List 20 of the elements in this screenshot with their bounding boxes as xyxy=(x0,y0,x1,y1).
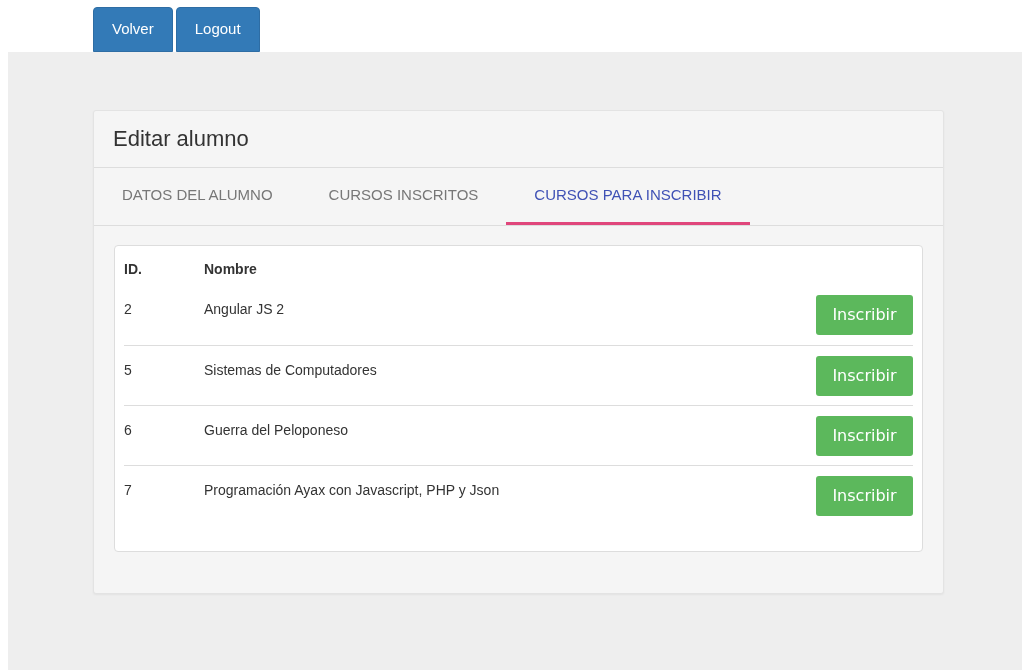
table-cell-text: 7 xyxy=(124,481,133,500)
tab[interactable]: CURSOS PARA INSCRIBIR xyxy=(506,168,750,225)
table-cell-text: 6 xyxy=(124,421,133,440)
logout-button[interactable]: Logout xyxy=(175,7,260,52)
table-cell-text: 5 xyxy=(124,361,133,380)
enroll-button[interactable]: Inscribir xyxy=(816,416,913,456)
column-header: ID. xyxy=(124,260,143,279)
tab[interactable]: DATOS DEL ALUMNO xyxy=(94,168,301,225)
table-cell-text: 2 xyxy=(124,300,133,319)
enroll-button[interactable]: Inscribir xyxy=(816,476,913,516)
enroll-button[interactable]: Inscribir xyxy=(816,356,913,396)
enroll-button[interactable]: Inscribir xyxy=(816,295,913,335)
table-cell: Programación Ayax con Javascript, PHP y Json xyxy=(204,482,500,498)
tab[interactable]: CURSOS INSCRITOS xyxy=(300,168,507,225)
column-header: Nombre xyxy=(204,260,258,279)
table-cell: Guerra del Peloponeso xyxy=(204,422,348,438)
table-cell: Sistemas de Computadores xyxy=(204,362,377,378)
back-button[interactable]: Volver xyxy=(93,7,173,52)
table-cell: Angular JS 2 xyxy=(204,301,285,317)
card-title: Editar alumno xyxy=(113,125,249,153)
